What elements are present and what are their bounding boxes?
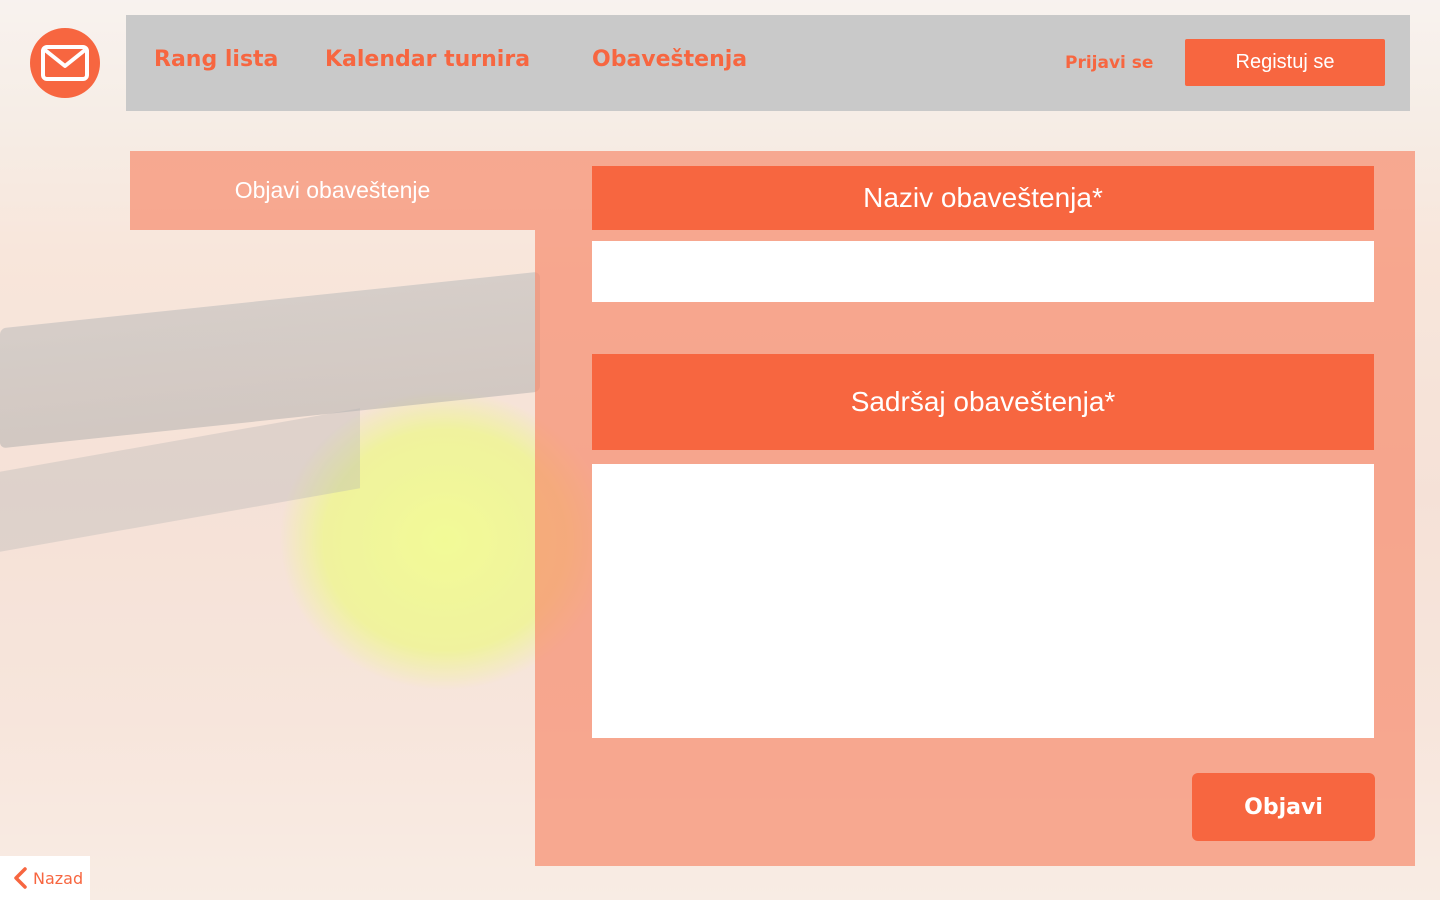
notice-form-panel: Naziv obaveštenja* Sadršaj obaveštenja* … [535,151,1415,866]
sidebar-tab-label: Objavi obaveštenje [234,177,431,203]
content-textarea[interactable] [592,464,1374,738]
nav-link-obavestenja[interactable]: Obaveštenja [592,47,747,72]
publish-button[interactable]: Objavi [1192,773,1375,841]
back-button[interactable]: Nazad [0,856,90,900]
chevron-left-icon [14,867,27,889]
nav-link-kalendar-turnira[interactable]: Kalendar turnira [325,47,530,72]
envelope-icon [41,45,89,81]
top-navbar: Rang lista Kalendar turnira Obaveštenja … [126,15,1410,111]
content-field-label: Sadršaj obaveštenja* [592,354,1374,450]
logo[interactable] [30,28,100,98]
title-field-label: Naziv obaveštenja* [592,166,1374,230]
back-button-label: Nazad [33,868,84,888]
nav-link-rang-lista[interactable]: Rang lista [154,47,278,72]
register-button[interactable]: Registuj se [1185,39,1385,86]
sidebar-tab-publish-notice[interactable]: Objavi obaveštenje [130,151,535,230]
title-input[interactable] [592,241,1374,302]
login-link[interactable]: Prijavi se [1065,53,1153,73]
